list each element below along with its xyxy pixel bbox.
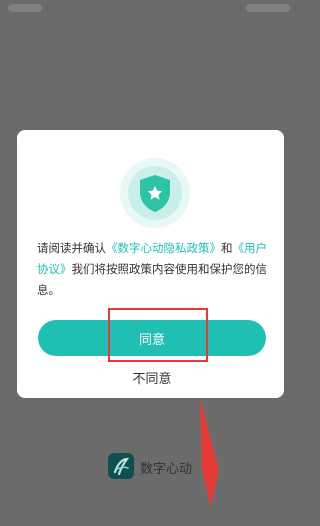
annotation-highlight-box [108, 308, 208, 362]
brand-name: 数字心动 [140, 462, 193, 477]
policy-conjunction: 和 [221, 241, 233, 255]
app-logo-icon [108, 453, 134, 479]
policy-intro: 请阅读并确认 [37, 241, 106, 255]
brand-logo: 数字心动 [108, 452, 208, 480]
shield-icon [120, 158, 190, 228]
policy-outro: 我们将按照政策内容使用和保护您的信息。 [37, 262, 267, 297]
status-icons-blur [246, 4, 290, 12]
policy-text: 请阅读并确认《数字心动隐私政策》和《用户协议》我们将按照政策内容使用和保护您的信… [37, 238, 269, 301]
status-time-blur [8, 4, 42, 12]
status-bar [0, 0, 300, 18]
disagree-button[interactable]: 不同意 [77, 366, 227, 388]
privacy-policy-link[interactable]: 《数字心动隐私政策》 [106, 241, 221, 255]
